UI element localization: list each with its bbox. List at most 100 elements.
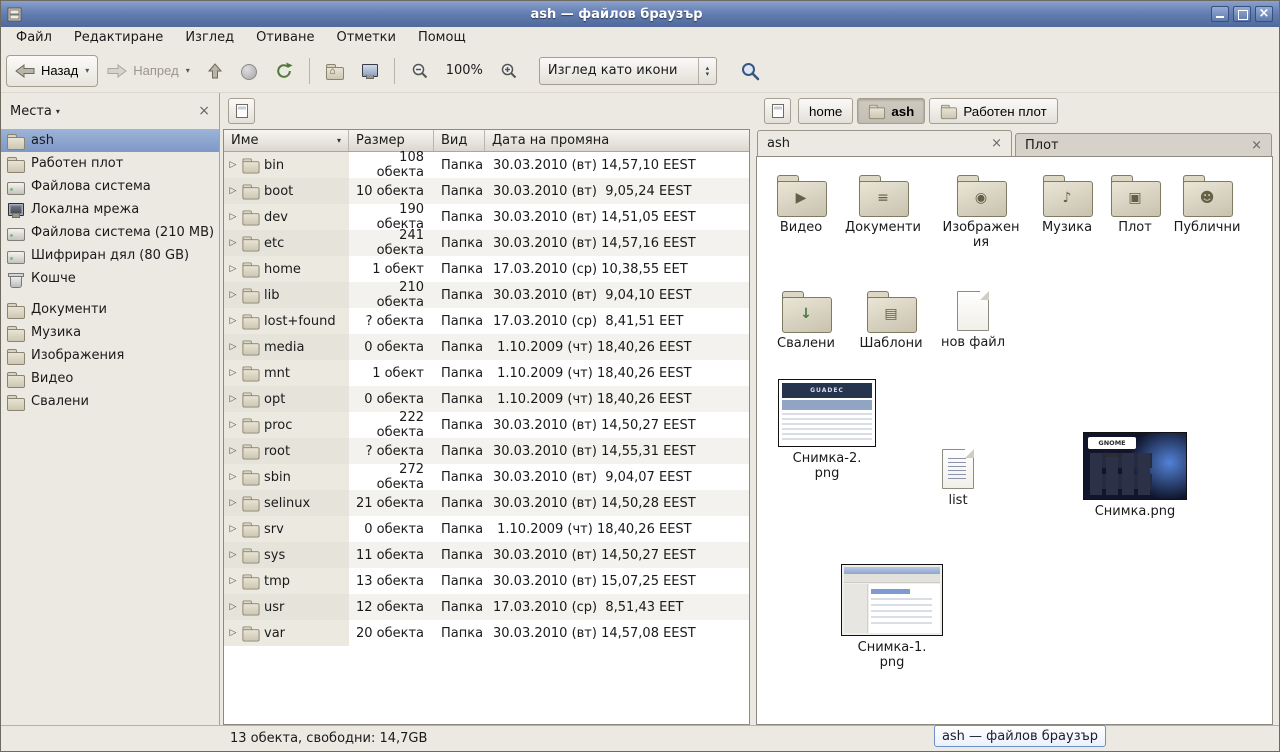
file-row[interactable]: ▷ selinux 21 обекта Папка 30.03.2010 (вт… [224, 490, 749, 516]
pane-location-button[interactable] [764, 98, 791, 124]
breadcrumb-button[interactable]: home [798, 98, 853, 124]
file-row[interactable]: ▷ usr 12 обекта Папка 17.03.2010 (ср) 8,… [224, 594, 749, 620]
sidebar-item[interactable]: Документи [1, 298, 219, 321]
column-header-date[interactable]: Дата на промяна [485, 130, 749, 151]
file-row[interactable]: ▷ home 1 обект Папка 17.03.2010 (ср) 10,… [224, 256, 749, 282]
file-item-snimka-2[interactable]: GUADEC Снимка-2. png [772, 379, 882, 481]
column-header-name[interactable]: Име ▾ [224, 130, 349, 151]
expander-icon[interactable]: ▷ [227, 160, 239, 170]
expander-icon[interactable]: ▷ [227, 368, 239, 378]
file-row[interactable]: ▷ root ? обекта Папка 30.03.2010 (вт) 14… [224, 438, 749, 464]
up-button[interactable] [199, 55, 231, 87]
taskbar-window-button[interactable]: ash — файлов браузър [934, 725, 1106, 747]
stop-button[interactable] [231, 55, 266, 87]
sidebar-item[interactable]: Изображения [1, 344, 219, 367]
expander-icon[interactable]: ▷ [227, 628, 239, 638]
file-item-public[interactable]: ☻ Публични [1169, 171, 1245, 235]
file-row[interactable]: ▷ proc 222 обекта Папка 30.03.2010 (вт) … [224, 412, 749, 438]
sidebar-dropdown-icon[interactable]: ▾ [56, 107, 60, 116]
tab-plot[interactable]: Плот × [1015, 133, 1272, 156]
expander-icon[interactable]: ▷ [227, 290, 239, 300]
zoom-out-button[interactable] [402, 55, 438, 87]
expander-icon[interactable]: ▷ [227, 524, 239, 534]
sidebar-item[interactable]: Работен плот [1, 152, 219, 175]
file-row[interactable]: ▷ lib 210 обекта Папка 30.03.2010 (вт) 9… [224, 282, 749, 308]
forward-button[interactable]: Напред ▾ [98, 55, 198, 87]
pane-location-button[interactable] [228, 98, 255, 124]
file-row[interactable]: ▷ media 0 обекта Папка 1.10.2009 (чт) 18… [224, 334, 749, 360]
file-item-snimka[interactable]: GNOME Store Снимка.png [1080, 432, 1190, 519]
sidebar-item[interactable]: Файлова система (210 MB) [1, 221, 219, 244]
minimize-button[interactable] [1211, 6, 1229, 22]
expander-icon[interactable]: ▷ [227, 238, 239, 248]
menu-item[interactable]: Изглед [174, 28, 245, 48]
file-item-list[interactable]: list [920, 445, 996, 508]
file-row[interactable]: ▷ mnt 1 обект Папка 1.10.2009 (чт) 18,40… [224, 360, 749, 386]
sidebar-item[interactable]: ash [1, 129, 219, 152]
file-row[interactable]: ▷ bin 108 обекта Папка 30.03.2010 (вт) 1… [224, 152, 749, 178]
file-row[interactable]: ▷ srv 0 обекта Папка 1.10.2009 (чт) 18,4… [224, 516, 749, 542]
maximize-button[interactable] [1233, 6, 1251, 22]
file-row[interactable]: ▷ dev 190 обекта Папка 30.03.2010 (вт) 1… [224, 204, 749, 230]
file-item-new-file[interactable]: нов файл [935, 287, 1011, 350]
sidebar-item[interactable]: Файлова система [1, 175, 219, 198]
file-item-video[interactable]: ▶ Видео [763, 171, 839, 235]
tab-close-icon[interactable]: × [1241, 139, 1262, 152]
zoom-in-button[interactable] [491, 55, 527, 87]
sidebar-item[interactable]: Музика [1, 321, 219, 344]
breadcrumb-button[interactable]: Работен плот [929, 98, 1057, 124]
menu-item[interactable]: Отиване [245, 28, 325, 48]
expander-icon[interactable]: ▷ [227, 342, 239, 352]
sidebar-close-icon[interactable]: × [198, 104, 210, 118]
expander-icon[interactable]: ▷ [227, 264, 239, 274]
back-button[interactable]: Назад ▾ [6, 55, 98, 87]
menu-item[interactable]: Отметки [325, 28, 406, 48]
file-item-documents[interactable]: ≡ Документи [845, 171, 921, 235]
file-item-downloads[interactable]: ↓ Свалени [768, 287, 844, 351]
menu-item[interactable]: Файл [5, 28, 63, 48]
sidebar-item[interactable]: Кошче [1, 267, 219, 290]
file-item-snimka-1[interactable]: Снимка-1. png [837, 564, 947, 670]
expander-icon[interactable]: ▷ [227, 550, 239, 560]
expander-icon[interactable]: ▷ [227, 212, 239, 222]
file-item-pictures[interactable]: ◉ Изображен ия [943, 171, 1019, 250]
file-row[interactable]: ▷ boot 10 обекта Папка 30.03.2010 (вт) 9… [224, 178, 749, 204]
reload-button[interactable] [266, 55, 302, 87]
file-item-desktop[interactable]: ▣ Плот [1097, 171, 1173, 235]
column-header-size[interactable]: Размер [349, 130, 434, 151]
column-header-type[interactable]: Вид [434, 130, 485, 151]
file-row[interactable]: ▷ lost+found ? обекта Папка 17.03.2010 (… [224, 308, 749, 334]
sidebar-item[interactable]: Локална мрежа [1, 198, 219, 221]
menu-item[interactable]: Помощ [407, 28, 477, 48]
expander-icon[interactable]: ▷ [227, 316, 239, 326]
expander-icon[interactable]: ▷ [227, 498, 239, 508]
expander-icon[interactable]: ▷ [227, 186, 239, 196]
breadcrumb-button[interactable]: ash [857, 98, 925, 124]
computer-button[interactable] [352, 55, 387, 87]
expander-icon[interactable]: ▷ [227, 576, 239, 586]
file-row[interactable]: ▷ opt 0 обекта Папка 1.10.2009 (чт) 18,4… [224, 386, 749, 412]
titlebar[interactable]: ash — файлов браузър [1, 1, 1279, 27]
search-button[interactable] [731, 55, 769, 87]
file-row[interactable]: ▷ var 20 обекта Папка 30.03.2010 (вт) 14… [224, 620, 749, 646]
home-button[interactable]: ⌂ [317, 55, 352, 87]
tab-close-icon[interactable]: × [981, 137, 1002, 150]
sidebar-item[interactable]: Видео [1, 367, 219, 390]
file-row[interactable]: ▷ sbin 272 обекта Папка 30.03.2010 (вт) … [224, 464, 749, 490]
expander-icon[interactable]: ▷ [227, 420, 239, 430]
tab-ash[interactable]: ash × [757, 130, 1012, 156]
expander-icon[interactable]: ▷ [227, 472, 239, 482]
sidebar-item[interactable]: Шифриран дял (80 GB) [1, 244, 219, 267]
file-row[interactable]: ▷ etc 241 обекта Папка 30.03.2010 (вт) 1… [224, 230, 749, 256]
sidebar-item[interactable]: Свалени [1, 390, 219, 413]
expander-icon[interactable]: ▷ [227, 394, 239, 404]
file-row[interactable]: ▷ sys 11 обекта Папка 30.03.2010 (вт) 14… [224, 542, 749, 568]
menu-item[interactable]: Редактиране [63, 28, 174, 48]
file-row[interactable]: ▷ tmp 13 обекта Папка 30.03.2010 (вт) 15… [224, 568, 749, 594]
view-mode-dropdown[interactable]: Изглед като икони ▴▾ [539, 57, 717, 85]
file-item-music[interactable]: ♪ Музика [1029, 171, 1105, 235]
close-button[interactable] [1255, 6, 1273, 22]
file-item-templates[interactable]: ▤ Шаблони [853, 287, 929, 351]
expander-icon[interactable]: ▷ [227, 602, 239, 612]
icon-view[interactable]: ▶ Видео ≡ Документи ◉ Изображен ия ♪ Муз… [757, 157, 1272, 724]
